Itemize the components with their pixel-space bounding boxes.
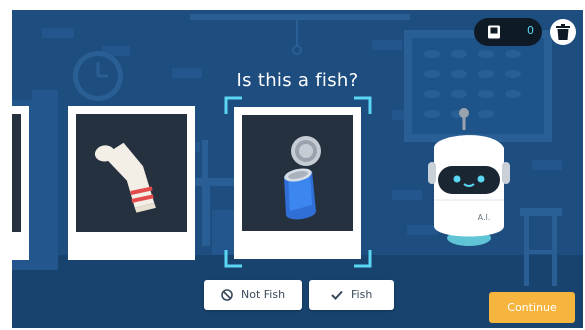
ai-robot: A.I. [428,108,510,246]
trash-icon [556,24,570,40]
counter-value: 0 [527,24,534,37]
check-icon [331,290,343,300]
continue-button[interactable]: Continue [489,292,575,323]
fish-button[interactable]: Fish [309,280,394,310]
robot-label: A.I. [478,213,491,222]
fish-label: Fish [351,288,373,301]
question-title: Is this a fish? [236,70,359,91]
trash-button[interactable] [550,19,576,45]
not-fish-button[interactable]: Not Fish [204,280,302,310]
fish-counter: 0 [474,18,542,46]
app-frame: Is this a fish? 0 A.I. Not Fish Fish Con… [0,0,585,330]
sock-card [68,106,195,260]
ban-icon [221,289,233,301]
not-fish-label: Not Fish [241,288,286,301]
card-image [76,114,187,232]
partial-card [12,106,29,260]
card-image [12,114,21,232]
selection-brackets [224,96,372,268]
sock-image [94,142,156,213]
book-icon [488,25,500,39]
game-scene: Is this a fish? 0 A.I. Not Fish Fish Con… [12,10,583,328]
